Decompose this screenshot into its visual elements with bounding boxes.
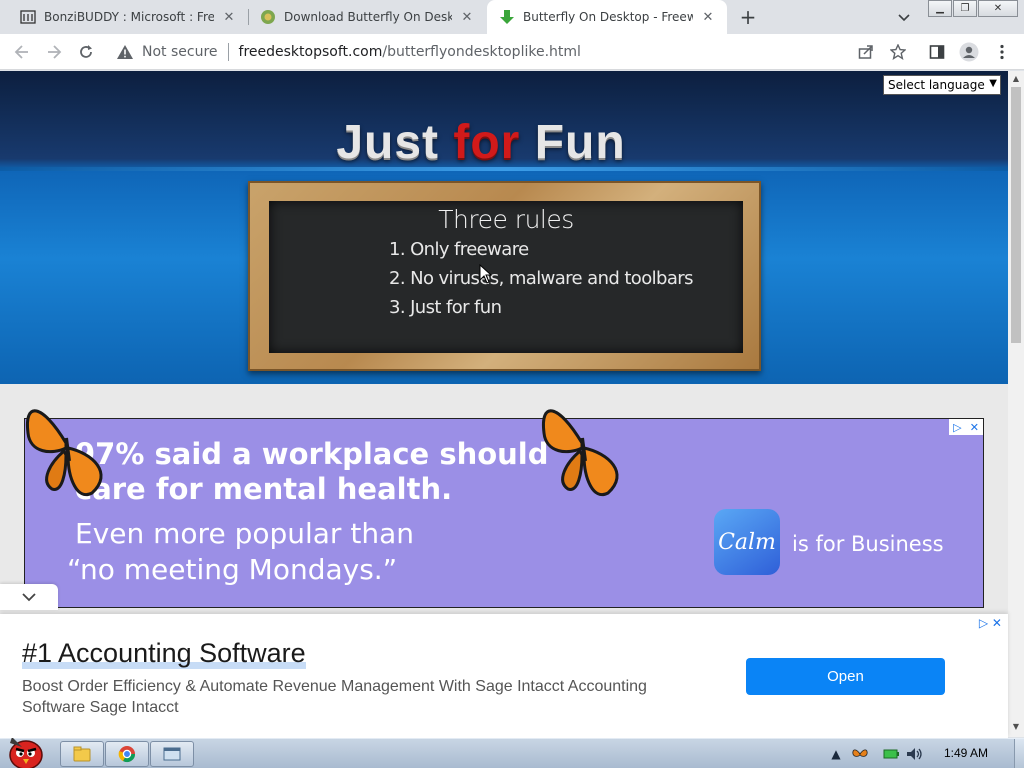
url-path: /butterflyondesktoplike.html bbox=[382, 44, 581, 60]
share-icon[interactable] bbox=[856, 42, 876, 62]
accounting-advertisement[interactable]: #1 Accounting Software Boost Order Effic… bbox=[0, 614, 1008, 738]
minimize-icon[interactable]: ▁ bbox=[928, 0, 952, 17]
warning-icon[interactable] bbox=[116, 43, 134, 61]
battery-icon[interactable] bbox=[881, 745, 901, 763]
page-scrollbar[interactable]: ▲ ▼ bbox=[1008, 71, 1024, 737]
menu-kebab-icon[interactable] bbox=[992, 42, 1012, 62]
browser-toolbar: Not secure freedesktopsoft.com/butterfly… bbox=[0, 34, 1024, 70]
tab-strip: BonziBUDDY : Microsoft : Free ✕ Download… bbox=[0, 0, 1024, 34]
scroll-down-icon[interactable]: ▼ bbox=[1012, 723, 1020, 731]
ad-subline-line2: “no meeting Mondays.” bbox=[67, 553, 398, 586]
ad-headline-line1: 97% said a workplace should bbox=[75, 437, 549, 471]
chevron-down-icon: ▼ bbox=[989, 78, 997, 89]
language-select[interactable]: Select language ▼ bbox=[883, 75, 1001, 95]
site-header: Select language ▼ Just for Fun Three rul… bbox=[0, 71, 1008, 384]
tab-download-butterfly[interactable]: Download Butterfly On Deskto ✕ bbox=[248, 0, 486, 34]
security-label[interactable]: Not secure bbox=[142, 44, 218, 60]
show-hidden-icons-icon[interactable]: ▲ bbox=[830, 745, 842, 763]
tab-bonzibuddy[interactable]: BonziBUDDY : Microsoft : Free ✕ bbox=[8, 0, 248, 34]
chevron-down-icon bbox=[22, 592, 36, 601]
volume-icon[interactable] bbox=[905, 745, 925, 763]
calm-advertisement[interactable]: 97% said a workplace should care for men… bbox=[24, 418, 984, 608]
tab-butterfly-on-desktop[interactable]: Butterfly On Desktop - Freewa ✕ bbox=[487, 0, 727, 34]
new-tab-button[interactable]: + bbox=[736, 5, 760, 29]
mouse-cursor-icon bbox=[479, 264, 493, 284]
ad-choices-icon[interactable]: ▷ ✕ bbox=[979, 616, 1002, 630]
logo-word-just: Just bbox=[336, 116, 440, 169]
forward-arrow-icon[interactable] bbox=[42, 40, 66, 64]
archive-icon bbox=[20, 9, 36, 25]
bookmark-star-icon[interactable] bbox=[888, 42, 908, 62]
language-select-value: Select language bbox=[888, 78, 985, 92]
ad-subline-line1: Even more popular than bbox=[75, 517, 414, 550]
side-panel-icon[interactable] bbox=[927, 42, 947, 62]
site-icon bbox=[260, 9, 276, 25]
tab-title: Download Butterfly On Deskto bbox=[284, 10, 452, 24]
ad-description: Boost Order Efficiency & Automate Revenu… bbox=[22, 678, 647, 716]
ad-open-button[interactable]: Open bbox=[746, 658, 945, 695]
reload-icon[interactable] bbox=[74, 40, 98, 64]
chalkboard-slate: Three rules 1. Only freeware 2. No virus… bbox=[269, 201, 743, 353]
site-logo[interactable]: Just for Fun bbox=[0, 115, 962, 170]
rule-item: 3. Just for fun bbox=[389, 297, 502, 318]
window-icon bbox=[163, 747, 181, 761]
folder-icon bbox=[73, 746, 91, 762]
rules-heading: Three rules bbox=[438, 205, 574, 234]
chrome-icon bbox=[118, 746, 136, 763]
start-button-icon[interactable] bbox=[2, 733, 50, 768]
logo-word-for: for bbox=[453, 116, 521, 169]
rule-item: 1. Only freeware bbox=[389, 239, 529, 260]
taskbar-clock[interactable]: 1:49 AM bbox=[944, 746, 988, 760]
rule-item: 2. No viruses, malware and toolbars bbox=[389, 268, 693, 289]
ad-headline-line2: care for mental health. bbox=[75, 472, 453, 506]
address-bar[interactable]: Not secure freedesktopsoft.com/butterfly… bbox=[108, 38, 848, 66]
calm-logo: Calm bbox=[714, 509, 780, 575]
url-text[interactable]: freedesktopsoft.com/butterflyondesktopli… bbox=[239, 44, 581, 60]
close-tab-icon[interactable]: ✕ bbox=[699, 8, 717, 26]
rules-chalkboard: Three rules 1. Only freeware 2. No virus… bbox=[248, 181, 761, 371]
show-desktop-button[interactable] bbox=[1014, 739, 1024, 768]
collapse-ad-button[interactable] bbox=[0, 584, 58, 610]
scrollbar-thumb[interactable] bbox=[1011, 87, 1021, 343]
scroll-up-icon[interactable]: ▲ bbox=[1012, 75, 1020, 83]
back-arrow-icon[interactable] bbox=[10, 40, 34, 64]
logo-word-fun: Fun bbox=[534, 116, 626, 169]
profile-avatar-icon[interactable] bbox=[959, 42, 979, 62]
close-tab-icon[interactable]: ✕ bbox=[220, 8, 238, 26]
butterfly-tray-icon[interactable] bbox=[850, 745, 870, 763]
taskbar-app-button[interactable] bbox=[150, 741, 194, 767]
download-icon bbox=[499, 9, 515, 25]
tab-title: Butterfly On Desktop - Freewa bbox=[523, 10, 693, 24]
taskbar-chrome-button[interactable] bbox=[105, 741, 149, 767]
close-window-icon[interactable]: ✕ bbox=[978, 0, 1018, 17]
tab-search-chevron-icon[interactable] bbox=[894, 8, 914, 28]
restore-icon[interactable]: ❐ bbox=[953, 0, 977, 17]
taskbar-explorer-button[interactable] bbox=[60, 741, 104, 767]
butterfly-icon bbox=[541, 409, 619, 497]
divider bbox=[227, 43, 229, 61]
ad-choices-icon[interactable]: ▷ ✕ bbox=[949, 419, 983, 435]
close-tab-icon[interactable]: ✕ bbox=[458, 8, 476, 26]
windows-taskbar: ▲ 1:49 AM bbox=[0, 737, 1024, 768]
tab-title: BonziBUDDY : Microsoft : Free bbox=[44, 10, 214, 24]
butterfly-icon bbox=[25, 409, 103, 497]
ad-title[interactable]: #1 Accounting Software bbox=[22, 638, 306, 669]
url-domain: freedesktopsoft.com bbox=[238, 44, 383, 60]
ad-brand-tagline: is for Business bbox=[792, 532, 944, 556]
